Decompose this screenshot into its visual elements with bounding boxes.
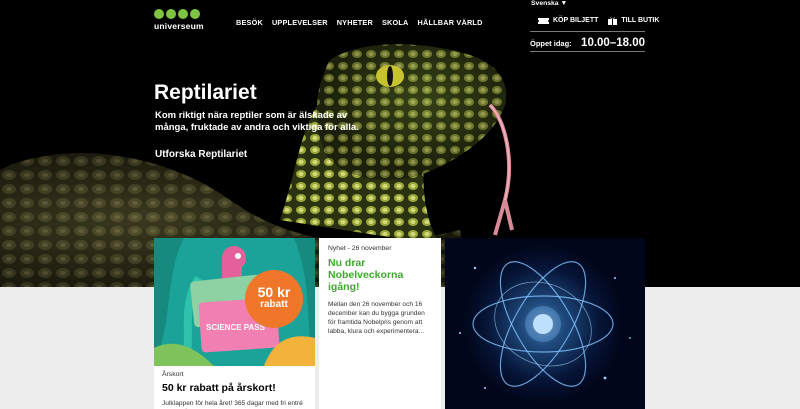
- discount-badge: 50 kr rabatt: [245, 270, 303, 328]
- main-nav: BESÖK UPPLEVELSER NYHETER SKOLA HÅLLBAR …: [236, 18, 483, 27]
- language-selector[interactable]: Svenska ▼: [531, 0, 567, 7]
- card-category: Årskort: [162, 371, 184, 378]
- logo-icon: [154, 9, 204, 19]
- card-title: 50 kr rabatt på årskort!: [162, 382, 276, 394]
- buy-ticket-button[interactable]: KÖP BILJETT: [538, 17, 598, 25]
- divider: [530, 51, 645, 52]
- hero-description: Kom riktigt nära reptiler som är älskade…: [155, 110, 359, 133]
- badge-amount: 50 kr: [257, 284, 291, 300]
- nav-item-besok[interactable]: BESÖK: [236, 18, 263, 27]
- opening-hours-time: 10.00–18.00: [581, 37, 645, 49]
- card-text: Julklappen för hela året! 365 dagar med …: [162, 400, 303, 407]
- card-atom-image[interactable]: [445, 238, 645, 409]
- ticket-icon: [538, 17, 549, 24]
- card-title: Nu drar Nobelveckorna igång!: [328, 257, 404, 293]
- hero-explore-link[interactable]: Utforska Reptilariet: [155, 149, 247, 160]
- card-category: Nyhet - 26 november: [328, 245, 392, 252]
- nav-item-upplevelser[interactable]: UPPLEVELSER: [272, 18, 328, 27]
- nav-item-skola[interactable]: SKOLA: [382, 18, 409, 27]
- shop-label: TILL BUTIK: [621, 17, 660, 24]
- hero-title: Reptilariet: [154, 81, 257, 104]
- nav-item-nyheter[interactable]: NYHETER: [337, 18, 373, 27]
- shop-button[interactable]: TILL BUTIK: [608, 16, 659, 25]
- gift-icon: [608, 17, 618, 25]
- opening-hours: Öppet idag: 10.00–18.00: [530, 37, 645, 49]
- universeum-logo[interactable]: universeum: [154, 9, 204, 33]
- card-arskort[interactable]: SCIENCE PASS Årskort 50 kr rabatt på års…: [154, 238, 315, 409]
- science-pass-text: SCIENCE PASS: [206, 323, 266, 332]
- logo-text: universeum: [154, 21, 204, 31]
- badge-label: rabatt: [260, 299, 288, 310]
- card-text: Mellan den 26 november och 16 december k…: [328, 301, 425, 335]
- nav-item-hallbar-varld[interactable]: HÅLLBAR VÄRLD: [418, 18, 483, 27]
- opening-hours-label: Öppet idag:: [530, 39, 572, 48]
- card-nobel-news[interactable]: Nyhet - 26 november Nu drar Nobelveckorn…: [319, 238, 441, 409]
- atom-illustration: [445, 238, 645, 409]
- divider: [530, 31, 645, 32]
- header-actions: KÖP BILJETT TILL BUTIK: [538, 16, 659, 25]
- buy-ticket-label: KÖP BILJETT: [553, 17, 599, 24]
